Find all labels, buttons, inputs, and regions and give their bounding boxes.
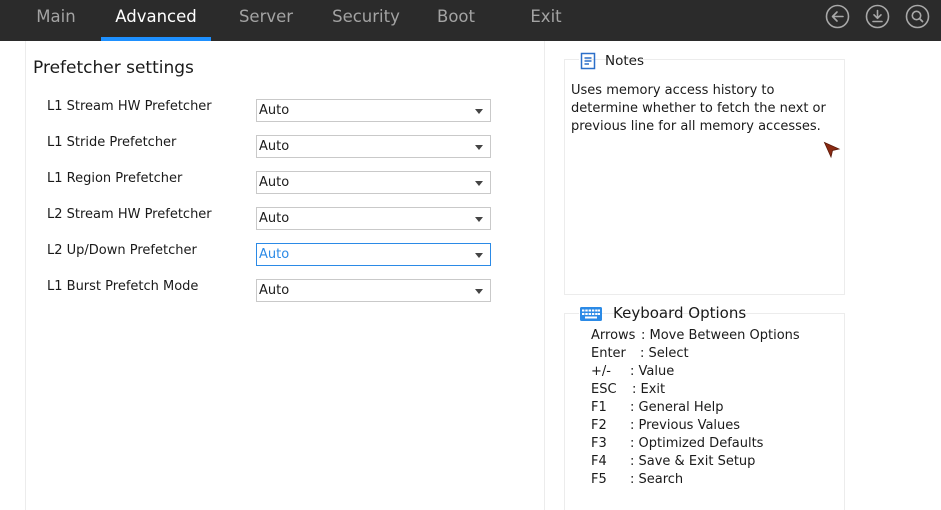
shortcut-key: F4	[591, 454, 607, 469]
setting-label-l1-burst-prefetch-mode: L1 Burst Prefetch Mode	[47, 279, 199, 294]
select-value: Auto	[259, 139, 290, 154]
back-icon[interactable]	[825, 4, 850, 29]
select-l1-region-prefetcher[interactable]: Auto	[256, 171, 491, 194]
chevron-down-icon	[475, 145, 483, 150]
shortcut-description: : Previous Values	[630, 418, 741, 433]
shortcut-description: : Exit	[632, 382, 666, 397]
shortcut-key: +/-	[591, 364, 611, 379]
notes-text: Uses memory access history to determine …	[571, 83, 826, 134]
keyboard-options-header: Keyboard Options	[579, 303, 746, 325]
setting-label-l1-stride-prefetcher: L1 Stride Prefetcher	[47, 135, 177, 150]
tab-boot[interactable]: Boot	[428, 0, 484, 41]
tab-security[interactable]: Security	[324, 0, 408, 41]
tab-exit[interactable]: Exit	[518, 0, 574, 41]
select-value: Auto	[259, 103, 290, 118]
tab-server[interactable]: Server	[230, 0, 302, 41]
select-l1-stride-prefetcher[interactable]: Auto	[256, 135, 491, 158]
chevron-down-icon	[475, 109, 483, 114]
select-l1-burst-prefetch-mode[interactable]: Auto	[256, 279, 491, 302]
notes-header: Notes	[579, 51, 644, 71]
shortcut-key: F1	[591, 400, 607, 415]
tab-main[interactable]: Main	[26, 0, 86, 41]
chevron-down-icon	[475, 289, 483, 294]
select-l2-up-down-prefetcher[interactable]: Auto	[256, 243, 491, 266]
tab-advanced[interactable]: Advanced	[101, 0, 211, 41]
select-l2-stream-hw-prefetcher[interactable]: Auto	[256, 207, 491, 230]
top-navigation-bar: Main Advanced Server Security Boot Exit	[0, 0, 941, 41]
shortcut-description: : Optimized Defaults	[630, 436, 764, 451]
shortcut-description: : Save & Exit Setup	[630, 454, 756, 469]
select-value: Auto	[259, 283, 290, 298]
save-download-icon[interactable]	[865, 4, 890, 29]
notes-title: Notes	[605, 53, 644, 69]
shortcut-description: : General Help	[630, 400, 724, 415]
keyboard-icon	[579, 305, 603, 327]
shortcut-key: F3	[591, 436, 607, 451]
shortcut-description: : Value	[630, 364, 675, 379]
mouse-pointer-icon	[823, 141, 841, 163]
setting-label-l1-stream-hw-prefetcher: L1 Stream HW Prefetcher	[47, 99, 212, 114]
select-l1-stream-hw-prefetcher[interactable]: Auto	[256, 99, 491, 122]
shortcut-key: F5	[591, 472, 607, 487]
setting-label-l1-region-prefetcher: L1 Region Prefetcher	[47, 171, 183, 186]
chevron-down-icon	[475, 253, 483, 258]
shortcut-description: : Move Between Options	[641, 328, 800, 343]
shortcut-description: : Select	[640, 346, 689, 361]
setting-label-l2-up-down-prefetcher: L2 Up/Down Prefetcher	[47, 243, 197, 258]
shortcut-description: : Search	[630, 472, 684, 487]
keyboard-options-title: Keyboard Options	[613, 304, 747, 322]
setting-label-l2-stream-hw-prefetcher: L2 Stream HW Prefetcher	[47, 207, 212, 222]
search-icon[interactable]	[905, 4, 930, 29]
notes-icon	[579, 52, 597, 74]
chevron-down-icon	[475, 181, 483, 186]
shortcut-key: F2	[591, 418, 607, 433]
select-value: Auto	[259, 247, 290, 262]
shortcut-key: ESC	[591, 382, 617, 397]
shortcut-key: Arrows	[591, 328, 636, 343]
section-title: Prefetcher settings	[33, 58, 194, 78]
chevron-down-icon	[475, 217, 483, 222]
select-value: Auto	[259, 211, 290, 226]
select-value: Auto	[259, 175, 290, 190]
shortcut-key: Enter	[591, 346, 626, 361]
